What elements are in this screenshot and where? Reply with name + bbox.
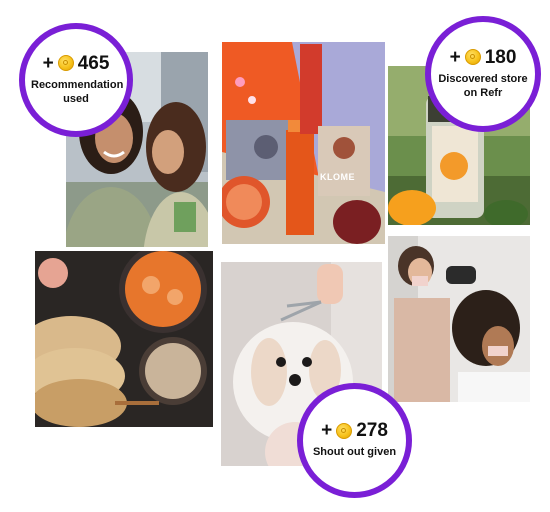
- reward-badge-recommendation: + 465 Recommendation used: [19, 23, 133, 137]
- curry-naan-rice-photo: [35, 251, 213, 427]
- points-value: 180: [484, 46, 517, 68]
- plus-sign: +: [449, 46, 461, 68]
- klome-skincare-products-photo: KLOME: [222, 42, 385, 244]
- coin-icon: [57, 55, 74, 72]
- badge-caption: Shout out given: [312, 446, 397, 459]
- points-value: 465: [77, 52, 110, 74]
- badge-caption: Discovered store on Refr: [438, 72, 528, 99]
- reward-badge-shout-out: + 278 Shout out given: [297, 383, 412, 498]
- klome-brand-label: KLOME: [320, 172, 355, 182]
- points-value: 278: [356, 420, 388, 442]
- plus-sign: +: [321, 420, 333, 442]
- coin-icon: [336, 422, 353, 439]
- badge-points: + 180: [450, 48, 517, 67]
- badge-points: + 465: [43, 54, 110, 73]
- badge-caption: Recommendation used: [31, 78, 124, 105]
- badge-points: + 278: [321, 421, 388, 440]
- plus-sign: +: [42, 52, 54, 74]
- coin-icon: [464, 49, 481, 66]
- hair-salon-photo: [388, 236, 530, 402]
- reward-badge-discovered-store: + 180 Discovered store on Refr: [425, 16, 541, 132]
